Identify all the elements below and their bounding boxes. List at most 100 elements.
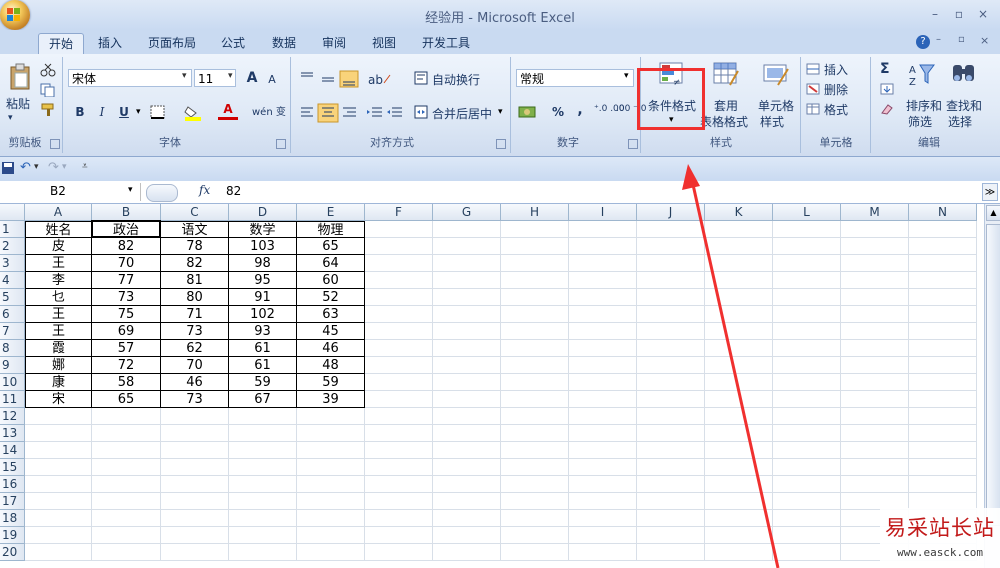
empty-cell[interactable] <box>909 476 977 493</box>
table-cell[interactable]: 103 <box>229 238 297 255</box>
table-cell[interactable]: 98 <box>229 255 297 272</box>
empty-cell[interactable] <box>841 272 909 289</box>
empty-cell[interactable] <box>365 425 433 442</box>
table-cell[interactable]: 78 <box>161 238 229 255</box>
empty-cell[interactable] <box>365 221 433 238</box>
number-launcher-icon[interactable] <box>628 139 638 149</box>
column-header-C[interactable]: C <box>161 204 229 221</box>
empty-cell[interactable] <box>433 340 501 357</box>
shrink-font-button[interactable]: A <box>262 70 282 90</box>
alignment-launcher-icon[interactable] <box>496 139 506 149</box>
table-cell[interactable]: 67 <box>229 391 297 408</box>
formula-input[interactable]: 82 <box>226 184 241 198</box>
empty-cell[interactable] <box>909 255 977 272</box>
tab-formulas[interactable]: 公式 <box>213 33 253 53</box>
table-cell[interactable]: 康 <box>25 374 92 391</box>
customize-qat-icon[interactable]: ⩡ <box>82 161 88 172</box>
empty-cell[interactable] <box>365 544 433 561</box>
wrap-text-button[interactable]: 自动换行 <box>432 71 480 88</box>
insert-cells-button[interactable]: 插入 <box>824 61 848 78</box>
insert-function-button[interactable]: fx <box>199 183 210 197</box>
name-box[interactable]: B2 ▾ <box>0 183 141 201</box>
empty-cell[interactable] <box>501 306 569 323</box>
empty-cell[interactable] <box>229 459 297 476</box>
empty-cell[interactable] <box>92 476 161 493</box>
empty-cell[interactable] <box>161 408 229 425</box>
empty-cell[interactable] <box>365 374 433 391</box>
table-cell[interactable]: 82 <box>92 238 161 255</box>
table-cell[interactable]: 77 <box>92 272 161 289</box>
row-header-9[interactable]: 9 <box>0 357 25 374</box>
empty-cell[interactable] <box>501 459 569 476</box>
empty-cell[interactable] <box>909 221 977 238</box>
help-icon[interactable]: ? <box>916 35 930 49</box>
fill-icon[interactable] <box>880 83 894 95</box>
empty-cell[interactable] <box>569 238 637 255</box>
empty-cell[interactable] <box>92 510 161 527</box>
tab-data[interactable]: 数据 <box>264 33 304 53</box>
tab-view[interactable]: 视图 <box>364 33 404 53</box>
cell-styles-line2[interactable]: 样式 <box>760 113 784 130</box>
column-header-N[interactable]: N <box>909 204 977 221</box>
row-header-12[interactable]: 12 <box>0 408 25 425</box>
empty-cell[interactable] <box>161 476 229 493</box>
empty-cell[interactable] <box>841 323 909 340</box>
empty-cell[interactable] <box>297 476 365 493</box>
empty-cell[interactable] <box>433 476 501 493</box>
underline-button[interactable]: U <box>114 102 134 122</box>
empty-cell[interactable] <box>501 374 569 391</box>
empty-cell[interactable] <box>229 425 297 442</box>
format-painter-icon[interactable] <box>40 103 56 117</box>
format-as-table-line2[interactable]: 表格格式 <box>700 113 748 130</box>
empty-cell[interactable] <box>229 544 297 561</box>
empty-cell[interactable] <box>501 238 569 255</box>
empty-cell[interactable] <box>501 442 569 459</box>
empty-cell[interactable] <box>229 527 297 544</box>
row-header-5[interactable]: 5 <box>0 289 25 306</box>
table-cell[interactable]: 70 <box>92 255 161 272</box>
empty-cell[interactable] <box>569 493 637 510</box>
empty-cell[interactable] <box>433 493 501 510</box>
redo-dropdown-icon[interactable]: ▾ <box>62 162 67 172</box>
empty-cell[interactable] <box>569 391 637 408</box>
tab-page-layout[interactable]: 页面布局 <box>140 33 204 53</box>
column-header-D[interactable]: D <box>229 204 297 221</box>
empty-cell[interactable] <box>569 221 637 238</box>
empty-cell[interactable] <box>433 221 501 238</box>
empty-cell[interactable] <box>909 459 977 476</box>
table-cell[interactable]: 65 <box>92 391 161 408</box>
table-cell[interactable]: 52 <box>297 289 365 306</box>
empty-cell[interactable] <box>433 391 501 408</box>
table-cell[interactable]: 63 <box>297 306 365 323</box>
minimize-button[interactable]: – <box>926 6 944 22</box>
header-cell[interactable]: 姓名 <box>25 221 92 238</box>
row-header-11[interactable]: 11 <box>0 391 25 408</box>
empty-cell[interactable] <box>501 221 569 238</box>
table-cell[interactable]: 61 <box>229 357 297 374</box>
tab-insert[interactable]: 插入 <box>90 33 130 53</box>
empty-cell[interactable] <box>501 493 569 510</box>
empty-cell[interactable] <box>297 544 365 561</box>
empty-cell[interactable] <box>365 459 433 476</box>
table-cell[interactable]: 宋 <box>25 391 92 408</box>
empty-cell[interactable] <box>229 442 297 459</box>
format-as-table-line1[interactable]: 套用 <box>714 97 738 114</box>
empty-cell[interactable] <box>297 459 365 476</box>
table-cell[interactable]: 82 <box>161 255 229 272</box>
empty-cell[interactable] <box>501 340 569 357</box>
empty-cell[interactable] <box>501 357 569 374</box>
row-header-1[interactable]: 1 <box>0 221 25 238</box>
empty-cell[interactable] <box>569 408 637 425</box>
comma-button[interactable]: , <box>570 100 590 120</box>
empty-cell[interactable] <box>433 374 501 391</box>
name-box-dropdown-icon[interactable]: ▾ <box>128 185 133 195</box>
empty-cell[interactable] <box>297 408 365 425</box>
number-format-select[interactable]: 常规 <box>516 69 634 87</box>
undo-icon[interactable]: ↶ <box>20 160 31 175</box>
empty-cell[interactable] <box>433 306 501 323</box>
table-cell[interactable]: 91 <box>229 289 297 306</box>
empty-cell[interactable] <box>909 357 977 374</box>
ribbon-restore-icon[interactable]: ▫ <box>958 34 972 48</box>
save-icon[interactable] <box>2 162 14 174</box>
empty-cell[interactable] <box>569 459 637 476</box>
